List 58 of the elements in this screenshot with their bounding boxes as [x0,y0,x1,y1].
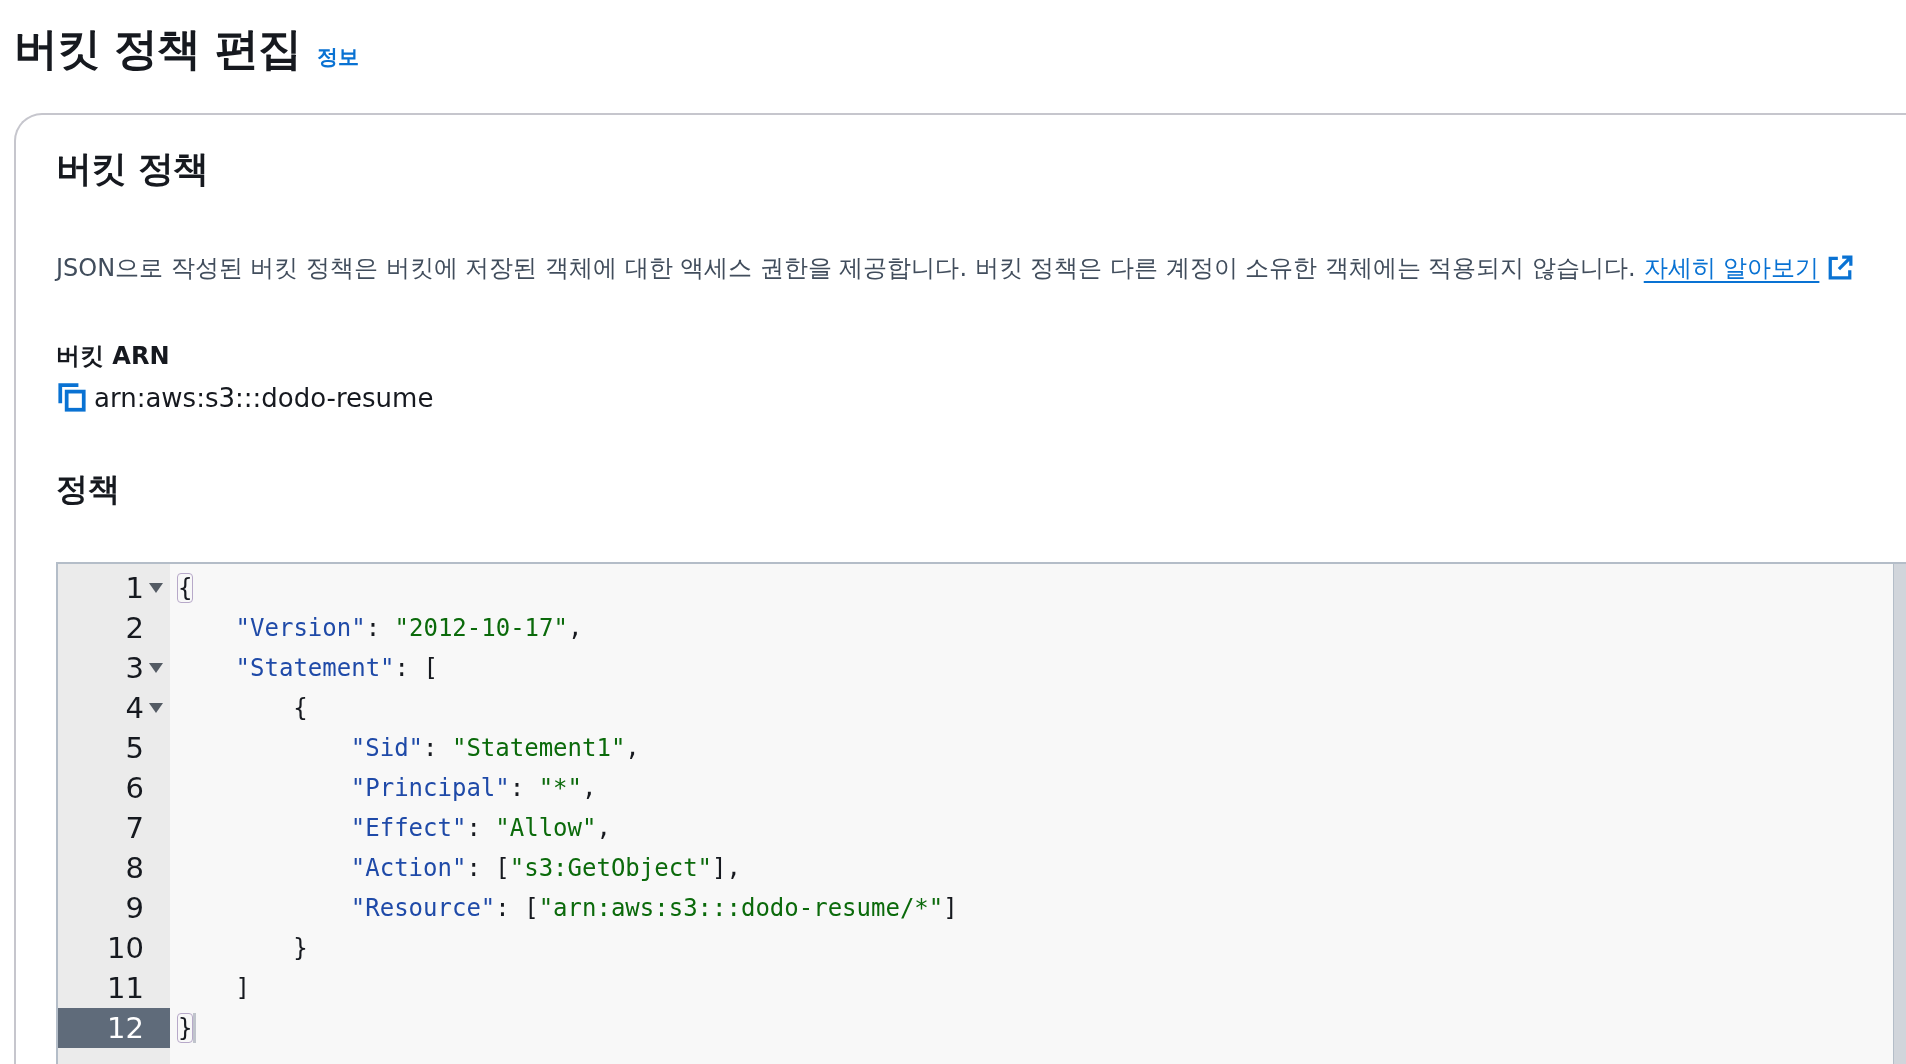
line-number: 10 [106,930,145,967]
json-string: "Allow" [495,814,597,842]
json-punctuation: , [596,814,611,842]
json-key: "Principal" [350,774,510,802]
info-link[interactable]: 정보 [316,43,359,71]
json-punctuation: } [178,1014,193,1042]
json-punctuation: : [466,814,482,842]
line-number: 3 [58,648,170,688]
page-title: 버킷 정책 편집 [14,22,301,76]
fold-arrow-icon[interactable] [148,582,164,594]
json-punctuation: ], [712,854,741,882]
json-string: "arn:aws:s3:::dodo-resume/*" [538,894,944,922]
json-key: "Action" [350,854,467,882]
json-key: "Version" [235,614,366,642]
json-string: "Statement1" [451,734,626,762]
policy-label: 정책 [56,469,121,510]
line-number: 12 [58,1008,170,1048]
json-key: "Resource" [350,894,496,922]
json-punctuation: ] [943,894,958,922]
json-punctuation: : [ [394,654,438,682]
external-link-icon [1827,255,1854,281]
line-number: 8 [124,850,145,887]
line-number: 11 [106,970,145,1007]
copy-icon[interactable] [56,382,88,414]
line-number: 2 [124,610,145,647]
json-string: "s3:GetObject" [509,854,713,882]
line-number: 9 [124,890,145,927]
line-number: 7 [124,810,145,847]
learn-more-link[interactable]: 자세히 알아보기 [1643,252,1820,284]
line-number: 5 [124,730,145,767]
json-key: "Effect" [350,814,467,842]
json-punctuation: : [ [466,854,510,882]
json-punctuation: : [365,614,382,642]
fold-arrow-icon[interactable] [148,662,164,674]
json-key: "Sid" [350,734,424,762]
line-number: 1 [58,568,170,608]
json-punctuation: , [625,734,640,762]
text-cursor [193,1013,197,1043]
json-key: "Statement" [235,654,395,682]
arn-value: arn:aws:s3:::dodo-resume [94,383,434,413]
json-punctuation: { [178,574,193,602]
json-punctuation: : [423,734,439,762]
arn-label: 버킷 ARN [56,341,171,372]
json-punctuation: , [567,614,583,642]
json-punctuation: ] [235,974,251,1002]
line-number: 4 [58,688,170,728]
json-punctuation: : [509,774,526,802]
json-string: "*" [538,774,582,802]
json-string: "2012-10-17" [394,614,568,642]
json-punctuation: , [582,774,597,802]
line-number: 6 [124,770,145,807]
scrollbar[interactable] [1893,564,1906,1064]
description-text: JSON으로 작성된 버킷 정책은 버킷에 저장된 객체에 대한 액세스 권한을 제공합니다. 버킷 정책은 다른 계정이 소유한 객체에는 적용되지 않습니다. [56,253,1636,284]
card-title: 버킷 정책 [56,147,209,191]
json-punctuation: : [ [495,894,539,922]
fold-arrow-icon[interactable] [148,702,164,714]
json-punctuation: } [293,934,308,962]
json-punctuation: { [293,694,308,722]
